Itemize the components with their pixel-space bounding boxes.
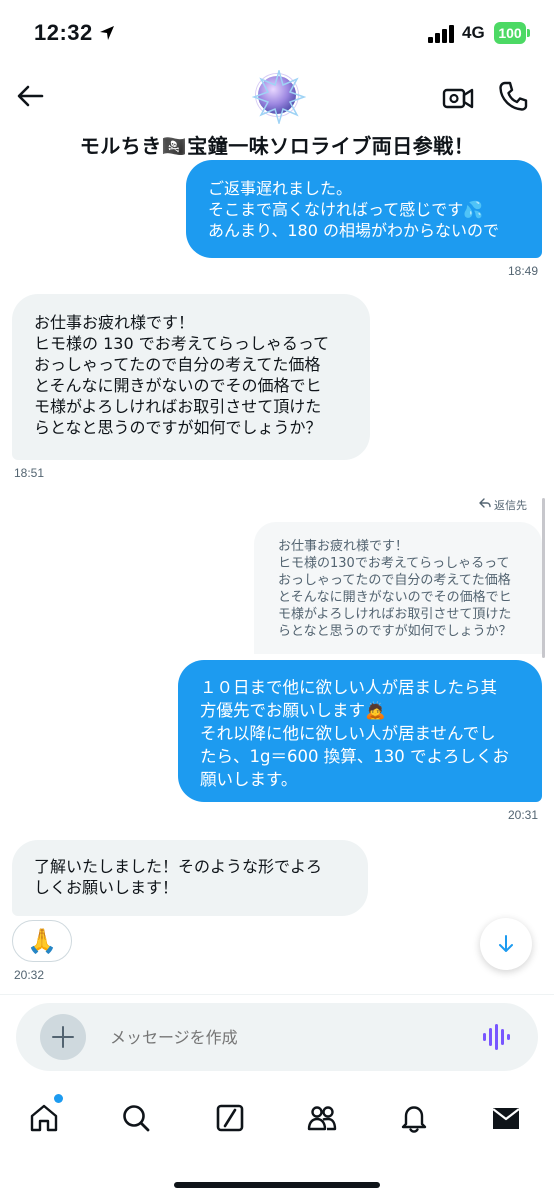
home-icon [30, 1104, 58, 1132]
avatar[interactable] [252, 70, 306, 124]
quoted-message[interactable]: お仕事お疲れ様です！ ヒモ様の130でお考えてらっしゃるって おっしゃってたので… [254, 522, 542, 654]
message-bubble-received[interactable]: お仕事お疲れ様です！ ヒモ様の 130 でお考えてらっしゃるって おっしゃってた… [12, 294, 370, 460]
tab-grok[interactable] [210, 1098, 250, 1138]
divider [0, 994, 554, 995]
home-notification-dot [54, 1094, 63, 1103]
battery-nub [527, 29, 530, 37]
conversation-title[interactable]: モルちき🏴‍☠️宝鐘一味ソロライブ両日参戦！ [0, 130, 554, 159]
message-bubble-sent[interactable]: １０日まで他に欲しい人が居ましたら其 方優先でお願いします🙇 それ以降に他に欲し… [178, 660, 542, 802]
conversation-header: モルちき🏴‍☠️宝鐘一味ソロライブ両日参戦！ [0, 66, 554, 170]
message-bubble-sent[interactable]: ご返事遅れました。 そこまで高くなければって感じです💦 あんまり、180 の相場… [186, 160, 542, 258]
message-timestamp: 20:31 [508, 808, 539, 822]
add-media-button[interactable] [40, 1014, 86, 1060]
reaction-badge[interactable]: 🙏 [12, 920, 72, 962]
avatar-frame-icon [252, 70, 306, 124]
tab-communities[interactable] [302, 1098, 342, 1138]
reply-icon [479, 498, 491, 508]
message-input[interactable] [110, 1025, 450, 1049]
grok-icon [216, 1104, 244, 1132]
tab-notifications[interactable] [394, 1098, 434, 1138]
video-call-icon[interactable] [442, 82, 474, 114]
message-composer [16, 1003, 538, 1071]
location-arrow-icon [100, 26, 114, 40]
scroll-to-bottom-button[interactable] [480, 918, 532, 970]
back-arrow-icon[interactable] [14, 80, 46, 112]
communities-icon [307, 1106, 337, 1131]
message-timestamp: 18:49 [508, 264, 539, 278]
status-bar: 12:32 4G 100 [0, 0, 554, 66]
message-bubble-received[interactable]: 了解いたしました！そのような形でよろ しくお願いします！ [12, 840, 368, 916]
tab-search[interactable] [116, 1098, 156, 1138]
network-type: 4G [462, 23, 485, 42]
home-indicator[interactable] [174, 1182, 380, 1188]
phone-call-icon[interactable] [498, 80, 528, 112]
scrollbar[interactable] [542, 498, 545, 658]
battery-icon: 100 [494, 22, 526, 44]
status-time: 12:32 [34, 20, 93, 45]
plus-icon [52, 1026, 74, 1048]
notifications-icon [401, 1106, 427, 1133]
voice-message-icon[interactable] [482, 1023, 510, 1051]
search-icon [123, 1105, 150, 1132]
signal-icon [428, 25, 454, 43]
message-timestamp: 20:32 [14, 968, 45, 982]
tab-home[interactable] [24, 1098, 64, 1138]
messages-icon [492, 1108, 520, 1129]
message-timestamp: 18:51 [14, 466, 45, 480]
bottom-tab-bar [0, 1080, 554, 1160]
reply-to-label: 返信先 [494, 499, 527, 512]
tab-messages[interactable] [486, 1098, 526, 1138]
arrow-down-icon [499, 935, 513, 952]
